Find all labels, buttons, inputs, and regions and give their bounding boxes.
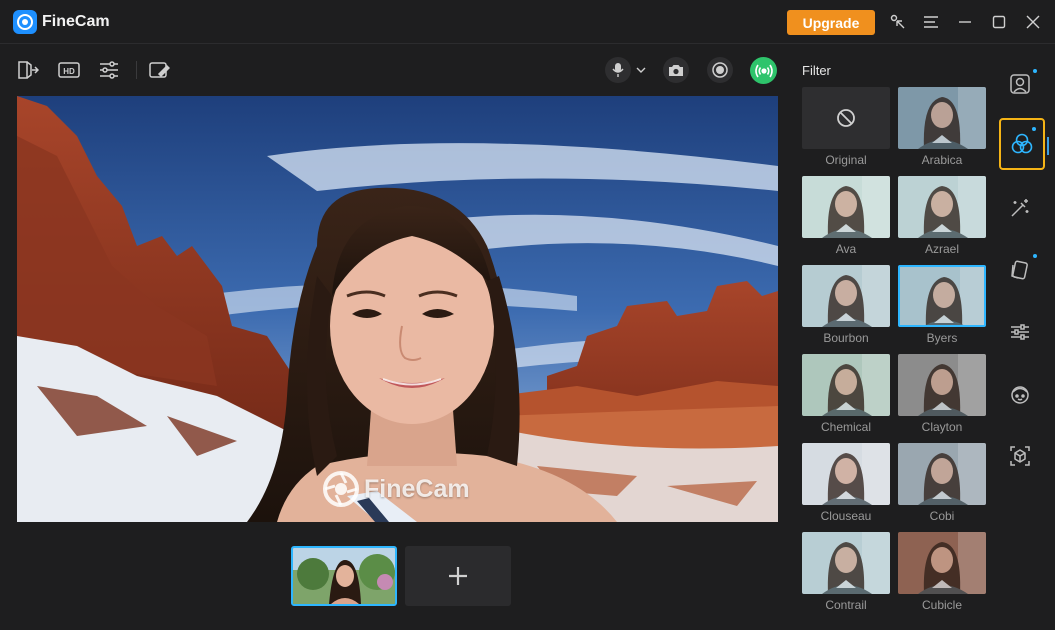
filter-label: Azrael — [924, 242, 959, 256]
camera-preview[interactable] — [17, 96, 778, 522]
app-logo-icon — [13, 10, 37, 34]
filter-notification-dot — [1032, 127, 1036, 131]
maximize-icon[interactable] — [989, 12, 1009, 32]
filter-label: Arabica — [921, 153, 963, 167]
finecam-logo-icon — [323, 471, 359, 507]
record-icon — [712, 62, 728, 78]
camera-icon — [669, 65, 683, 76]
hd-icon[interactable]: HD — [58, 59, 80, 81]
filter-panel-title: Filter — [802, 63, 831, 78]
filter-label: Ava — [835, 242, 857, 256]
filter-item-bourbon[interactable]: Bourbon — [802, 265, 890, 345]
hd-label: HD — [63, 67, 75, 76]
avatar-button[interactable] — [1003, 377, 1037, 411]
filter-label: Bourbon — [823, 331, 869, 345]
filter-label: Cobi — [929, 509, 955, 523]
sticker-button[interactable] — [1003, 253, 1037, 287]
filter-item-clayton[interactable]: Clayton — [898, 354, 986, 434]
live-icon — [754, 64, 773, 77]
portrait-notification-dot — [1033, 69, 1037, 73]
adjustments-button[interactable] — [1003, 315, 1037, 349]
app-title: FineCam — [42, 13, 110, 30]
filter-preview-image — [802, 354, 890, 416]
no-filter-icon — [802, 87, 890, 149]
sticker-notification-dot — [1033, 254, 1037, 258]
chevron-down-icon[interactable] — [632, 59, 650, 81]
upgrade-button[interactable]: Upgrade — [787, 10, 875, 35]
camera-feed-image — [17, 96, 778, 522]
portrait-button[interactable] — [1003, 67, 1037, 101]
filter-item-arabica[interactable]: Arabica — [898, 87, 986, 167]
filter-label: Clouseau — [820, 509, 872, 523]
filter-item-contrail[interactable]: Contrail — [802, 532, 890, 612]
live-stream-button[interactable] — [750, 57, 777, 84]
filter-item-cobi[interactable]: Cobi — [898, 443, 986, 523]
microphone-icon — [612, 63, 624, 77]
filter-item-azrael[interactable]: Azrael — [898, 176, 986, 256]
filter-preview-image — [802, 265, 890, 327]
filter-button[interactable] — [999, 118, 1045, 170]
filter-preview-image — [898, 176, 986, 238]
scene-thumbnail-image — [293, 548, 395, 604]
microphone-button[interactable] — [605, 57, 631, 83]
filter-label: Contrail — [825, 598, 867, 612]
ar-icon — [1010, 446, 1030, 466]
sticker-icon — [1011, 260, 1028, 280]
effects-button[interactable] — [1003, 191, 1037, 225]
menu-icon[interactable] — [921, 12, 941, 32]
snapshot-button[interactable] — [663, 57, 689, 83]
minimize-icon[interactable] — [955, 12, 975, 32]
filter-item-chemical[interactable]: Chemical — [802, 354, 890, 434]
filter-preview-image — [898, 532, 986, 594]
add-scene-button[interactable] — [405, 546, 511, 606]
sliders-icon — [1011, 324, 1029, 340]
filter-item-original[interactable]: Original — [802, 87, 890, 167]
filter-label: Byers — [926, 331, 958, 345]
ar-button[interactable] — [1003, 439, 1037, 473]
filter-preview-image — [802, 532, 890, 594]
pointer-icon[interactable] — [888, 12, 908, 32]
filter-item-byers[interactable]: Byers — [898, 265, 986, 345]
magic-wand-icon — [1011, 199, 1029, 217]
filter-label: Chemical — [820, 420, 871, 434]
filter-item-cubicle[interactable]: Cubicle — [898, 532, 986, 612]
filter-preview-image — [802, 176, 890, 238]
filter-label: Original — [825, 153, 867, 167]
filter-preview-image — [802, 443, 890, 505]
annotate-icon[interactable] — [148, 59, 170, 81]
exit-icon[interactable] — [17, 59, 39, 81]
finecam-watermark: FineCam — [322, 470, 470, 508]
filter-icon — [1011, 133, 1033, 154]
plus-icon — [449, 567, 467, 585]
adjust-icon[interactable] — [98, 59, 120, 81]
record-button[interactable] — [707, 57, 733, 83]
toolbar-divider — [136, 61, 137, 79]
close-icon[interactable] — [1023, 12, 1043, 32]
title-bar: FineCam Upgrade — [0, 0, 1055, 44]
filter-preview-image — [898, 354, 986, 416]
avatar-icon — [1011, 386, 1029, 404]
filter-preview-image — [898, 443, 986, 505]
filter-item-ava[interactable]: Ava — [802, 176, 890, 256]
watermark-text: FineCam — [364, 474, 470, 503]
filter-label: Cubicle — [921, 598, 963, 612]
filter-preview-image — [898, 87, 986, 149]
active-tab-indicator — [1047, 137, 1049, 155]
portrait-icon — [1010, 74, 1030, 94]
scene-thumbnail[interactable] — [291, 546, 397, 606]
filter-preview-image — [898, 265, 986, 327]
filter-item-clouseau[interactable]: Clouseau — [802, 443, 890, 523]
filter-label: Clayton — [921, 420, 963, 434]
